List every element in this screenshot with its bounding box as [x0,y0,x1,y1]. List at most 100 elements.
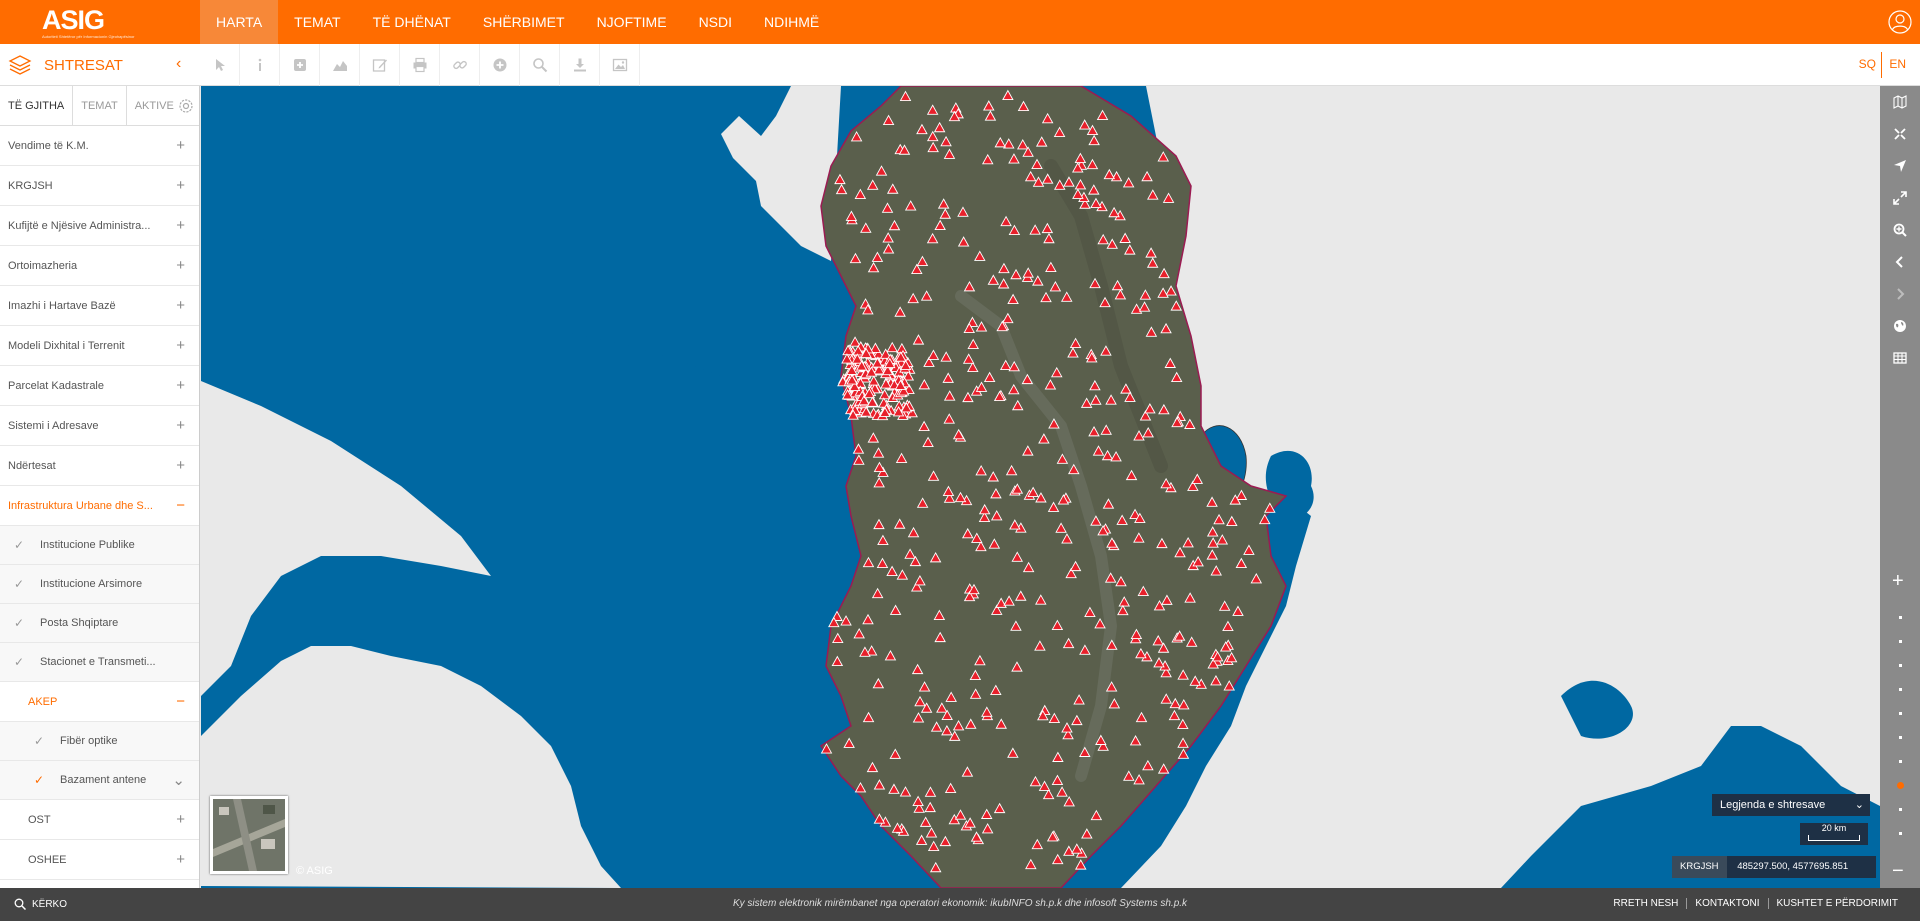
layer-group-label: AKEP [28,696,58,708]
print-icon[interactable] [400,44,440,86]
layer-group-modeli[interactable]: Modeli Dixhital i Terrenit + [0,326,199,366]
layer-group-label: Vendime të K.M. [8,140,89,152]
zoom-handle[interactable] [1897,782,1904,789]
globe-icon[interactable] [1880,310,1920,342]
tab-aktive[interactable]: AKTIVE [127,86,182,126]
table-icon[interactable] [1880,342,1920,374]
layer-group-label: Sistemi i Adresave [8,420,99,432]
layer-group-parcelat[interactable]: Parcelat Kadastrale + [0,366,199,406]
layer-group-krgjsh[interactable]: KRGJSH + [0,166,199,206]
nav-harta[interactable]: HARTA [200,0,279,44]
expand-icon[interactable]: + [176,126,185,166]
basemap-switcher-thumbnail[interactable] [210,796,288,874]
expand-icon[interactable]: + [176,840,185,880]
image-icon[interactable] [600,44,640,86]
expand-icon[interactable]: + [176,326,185,366]
tab-temat[interactable]: TEMAT [73,86,127,126]
layer-institucione-arsimore[interactable]: ✓ Institucione Arsimore [0,565,199,604]
layer-group-oshee[interactable]: OSHEE + [0,840,199,880]
map-icon[interactable] [1880,86,1920,118]
footer-link-about[interactable]: RRETH NESH [1605,898,1686,909]
zoom-level-dot[interactable] [1899,688,1902,691]
zoom-level-dot[interactable] [1899,736,1902,739]
expand-icon[interactable]: + [176,406,185,446]
check-icon[interactable]: ✓ [34,722,44,761]
profile-chart-icon[interactable] [320,44,360,86]
legend-dropdown[interactable]: Legjenda e shtresave ⌄ [1712,794,1870,816]
zoom-area-icon[interactable] [1880,214,1920,246]
layer-group-kufijte[interactable]: Kufijtë e Njësive Administra... + [0,206,199,246]
gear-icon[interactable] [178,98,194,114]
back-icon[interactable] [1880,246,1920,278]
layer-group-ortoimazheria[interactable]: Ortoimazheria + [0,246,199,286]
layer-group-infrastruktura[interactable]: Infrastruktura Urbane dhe S... − [0,486,199,526]
map-canvas[interactable] [201,86,1880,888]
check-icon[interactable]: ✓ [14,643,24,682]
zoom-level-dot[interactable] [1899,760,1902,763]
nav-sherbimet[interactable]: SHËRBIMET [467,0,581,44]
expand-icon[interactable]: + [176,246,185,286]
expand-icon[interactable] [1880,182,1920,214]
layer-bazament-antene[interactable]: ✓ Bazament antene ⌄ [0,761,199,800]
check-icon[interactable]: ✓ [14,604,24,643]
locate-icon[interactable] [1880,150,1920,182]
layer-group-imazhi[interactable]: Imazhi i Hartave Bazë + [0,286,199,326]
collapse-icon[interactable]: − [176,486,185,526]
expand-icon[interactable]: + [176,206,185,246]
check-icon[interactable]: ✓ [34,761,44,800]
expand-icon[interactable]: + [176,366,185,406]
layer-stacionet[interactable]: ✓ Stacionet e Transmeti... [0,643,199,682]
pointer-icon[interactable] [200,44,240,86]
layer-label: Bazament antene [60,774,147,786]
edit-icon[interactable] [360,44,400,86]
search-icon[interactable] [520,44,560,86]
layer-group-adresat[interactable]: Sistemi i Adresave + [0,406,199,446]
add-layer-icon[interactable] [280,44,320,86]
zoom-level-dot[interactable] [1899,640,1902,643]
layer-group-vendime[interactable]: Vendime të K.M. + [0,126,199,166]
zoom-level-dot[interactable] [1899,616,1902,619]
fullscreen-icon[interactable] [1880,118,1920,150]
asig-logo[interactable]: ASIG Autoriteti Shtetëror për Informacio… [40,4,135,40]
chevron-down-icon[interactable]: ⌄ [172,761,185,800]
check-icon[interactable]: ✓ [14,526,24,565]
expand-icon[interactable]: + [176,446,185,486]
layer-posta-shqiptare[interactable]: ✓ Posta Shqiptare [0,604,199,643]
lang-sq-button[interactable]: SQ [1859,57,1876,71]
add-icon[interactable] [480,44,520,86]
forward-icon[interactable] [1880,278,1920,310]
nav-ndihme[interactable]: NDIHMË [748,0,835,44]
link-icon[interactable] [440,44,480,86]
info-icon[interactable] [240,44,280,86]
layer-fiber-optike[interactable]: ✓ Fibër optike [0,722,199,761]
download-icon[interactable] [560,44,600,86]
expand-icon[interactable]: + [176,800,185,840]
coordinate-system[interactable]: KRGJSH [1672,856,1727,878]
layer-institucione-publike[interactable]: ✓ Institucione Publike [0,526,199,565]
nav-nsdi[interactable]: NSDI [683,0,748,44]
zoom-level-dot[interactable] [1899,808,1902,811]
layer-group-akep[interactable]: AKEP − [0,682,199,722]
zoom-out-button[interactable]: − [1892,860,1904,883]
map-svg[interactable] [201,86,1880,888]
lang-en-button[interactable]: EN [1889,57,1906,71]
layer-group-ost[interactable]: OST + [0,800,199,840]
layer-group-ndertesat[interactable]: Ndërtesat + [0,446,199,486]
nav-temat[interactable]: TEMAT [278,0,356,44]
footer-link-contact[interactable]: KONTAKTONI [1686,898,1767,909]
user-icon[interactable] [1888,10,1912,34]
nav-njoftime[interactable]: NJOFTIME [581,0,683,44]
zoom-level-dot[interactable] [1899,712,1902,715]
footer-link-terms[interactable]: KUSHTET E PËRDORIMIT [1767,898,1907,909]
check-icon[interactable]: ✓ [14,565,24,604]
collapse-icon[interactable]: − [176,682,185,722]
nav-te-dhenat[interactable]: TË DHËNAT [357,0,467,44]
tab-te-gjitha[interactable]: TË GJITHA [0,86,74,126]
zoom-level-dot[interactable] [1899,664,1902,667]
expand-icon[interactable]: + [176,286,185,326]
zoom-in-button[interactable]: + [1892,570,1904,593]
zoom-level-dot[interactable] [1899,832,1902,835]
collapse-panel-icon[interactable]: ‹ [176,55,181,73]
scale-label: 20 km [1821,823,1847,833]
expand-icon[interactable]: + [176,166,185,206]
